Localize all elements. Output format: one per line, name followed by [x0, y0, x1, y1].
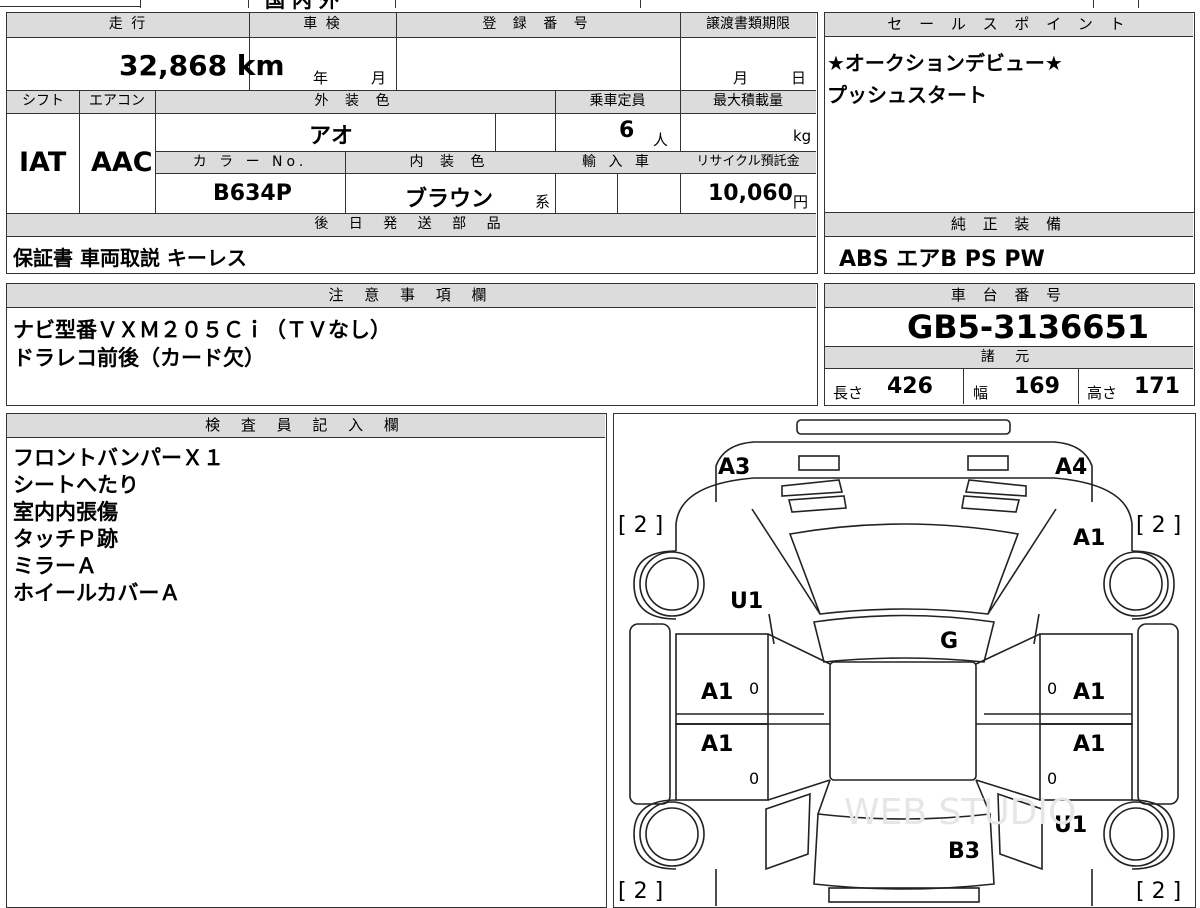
standard-equipment-box: 純 正 装 備 ABS エアB PS PW: [824, 212, 1195, 274]
transfer-day-unit: 日: [791, 69, 807, 87]
load-unit: kg: [793, 127, 812, 145]
mark-b3: B3: [948, 839, 980, 864]
sales-point-line: プッシュスタート: [827, 83, 987, 107]
mark-a1-right-rear-door: A1: [1073, 732, 1105, 757]
ac-value: AAC: [91, 147, 153, 178]
watermark: WEB STUDIO: [844, 792, 1076, 833]
transfer-label: 譲渡書類期限: [706, 16, 790, 32]
inspector-box: 検 査 員 記 入 欄 フロントバンパーＸ１ シートへたり 室内内張傷 タッチＰ…: [6, 413, 607, 908]
tire-label-rear-left: [ 2 ]: [618, 879, 663, 904]
tire-label-front-left: [ 2 ]: [618, 513, 663, 538]
standard-equipment-value: ABS エアB PS PW: [839, 247, 1045, 272]
shift-value: IAT: [19, 147, 67, 178]
inspector-line: ミラーＡ: [13, 554, 97, 578]
exterior-label: 外 装 色: [314, 93, 396, 109]
chassis-box: 車 台 番 号 GB5-3136651 諸 元 長さ 426 幅 169 高さ …: [824, 283, 1195, 406]
interior-label: 内 装 色: [409, 154, 491, 170]
ac-label: エアコン: [89, 93, 145, 109]
inspection-month-unit: 月: [371, 69, 387, 87]
inspector-label: 検 査 員 記 入 欄: [7, 414, 605, 438]
zero-mark: 0: [749, 679, 759, 698]
mark-a1-right-front-fender: A1: [1073, 526, 1105, 551]
top-strip: 国 内 外: [0, 0, 1200, 12]
mileage-value: 32,868 km: [119, 49, 285, 82]
inspector-line: ホイールカバーＡ: [13, 581, 181, 605]
vehicle-info-table: 走 行 車 検 登 録 番 号 譲渡書類期限 32,868 km 年 月 月 日…: [6, 12, 818, 274]
spec-label: 諸 元: [980, 349, 1038, 365]
mileage-label: 走 行: [108, 16, 148, 32]
recycle-label: リサイクル預託金: [696, 154, 800, 169]
inspector-line: シートへたり: [13, 473, 139, 497]
later-parts-label: 後 日 発 送 部 品: [314, 216, 509, 232]
notes-line: ナビ型番ＶＸＭ２０５Ｃｉ（ＴＶなし）: [13, 318, 391, 342]
inspector-line: フロントバンパーＸ１: [13, 446, 225, 470]
zero-mark: 0: [749, 769, 759, 788]
load-label: 最大積載量: [713, 93, 783, 109]
exterior-value: アオ: [309, 124, 354, 149]
car-outline-diagram: 0 0 0 0 [ 2 ] [ 2 ] [ 2 ] [ 2 ] A3 A4 A1…: [618, 419, 1181, 906]
mark-g: G: [940, 629, 958, 654]
sales-point-box: セ ー ル ス ポ イ ン ト ★オークションデビュー★ プッシュスタート: [824, 12, 1195, 214]
inspector-line: タッチＰ跡: [13, 527, 118, 551]
capacity-label: 乗車定員: [589, 93, 646, 109]
interior-suffix: 系: [535, 193, 551, 211]
zero-mark: 0: [1047, 679, 1057, 698]
capacity-value: 6: [619, 118, 635, 143]
mark-u1-left: U1: [730, 589, 763, 614]
interior-value: ブラウン: [405, 187, 494, 212]
mark-a1-left-front-door: A1: [701, 680, 733, 705]
damage-diagram: 0 0 0 0 [ 2 ] [ 2 ] [ 2 ] [ 2 ] A3 A4 A1…: [613, 413, 1196, 908]
length-label: 長さ: [833, 384, 864, 402]
inspection-year-unit: 年: [313, 69, 329, 87]
sales-point-line: ★オークションデビュー★: [827, 51, 1063, 75]
sales-point-label: セ ー ル ス ポ イ ン ト: [825, 13, 1193, 37]
transfer-month-unit: 月: [733, 69, 749, 87]
notes-line: ドラレコ前後（カード欠）: [13, 346, 265, 370]
chassis-label: 車 台 番 号: [825, 284, 1193, 308]
height-label: 高さ: [1087, 384, 1118, 402]
color-no-label: カ ラ ー No.: [192, 154, 308, 170]
mark-a3: A3: [718, 455, 750, 480]
mark-a1-left-rear-door: A1: [701, 732, 733, 757]
notes-label: 注 意 事 項 欄: [7, 284, 816, 308]
height-value: 171: [1134, 374, 1180, 399]
zero-mark: 0: [1047, 769, 1057, 788]
registration-label: 登 録 番 号: [482, 16, 594, 32]
length-value: 426: [887, 374, 933, 399]
shift-label: シフト: [22, 93, 64, 109]
notes-box: 注 意 事 項 欄 ナビ型番ＶＸＭ２０５Ｃｉ（ＴＶなし） ドラレコ前後（カード欠…: [6, 283, 818, 406]
mark-a4: A4: [1055, 455, 1087, 480]
import-label: 輸 入 車: [582, 154, 653, 170]
width-value: 169: [1014, 374, 1060, 399]
standard-equipment-label: 純 正 装 備: [825, 213, 1193, 237]
tire-label-rear-right: [ 2 ]: [1136, 879, 1181, 904]
width-label: 幅: [973, 384, 989, 402]
recycle-unit: 円: [793, 193, 809, 211]
mark-a1-right-front-door: A1: [1073, 680, 1105, 705]
inspection-label: 車 検: [303, 16, 342, 32]
tire-label-front-right: [ 2 ]: [1136, 513, 1181, 538]
later-parts-value: 保証書 車両取説 キーレス: [13, 246, 247, 270]
capacity-unit: 人: [653, 131, 669, 149]
color-no-value: B634P: [213, 181, 292, 206]
chassis-number: GB5-3136651: [907, 308, 1150, 346]
inspector-line: 室内内張傷: [13, 500, 118, 524]
recycle-value: 10,060: [708, 181, 793, 206]
